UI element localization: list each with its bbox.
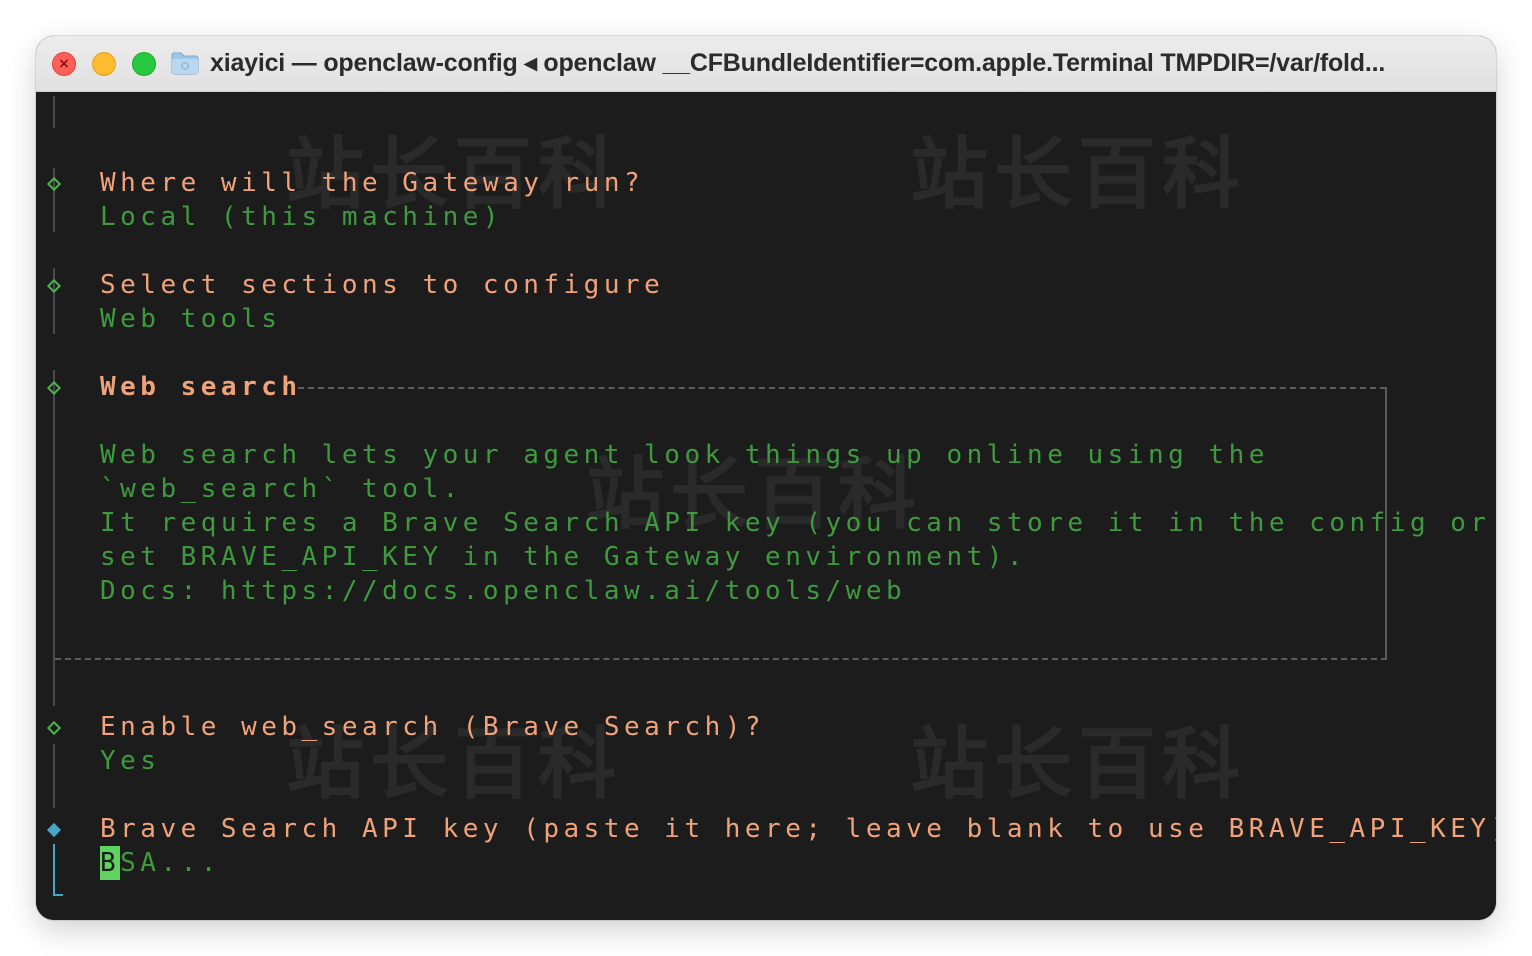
box-bottom-border xyxy=(55,658,1387,660)
enable-answer: Yes xyxy=(100,746,161,776)
watermark: 站长百科 xyxy=(910,130,1247,220)
web-search-line: It requires a Brave Search API key (you … xyxy=(100,508,1491,538)
step-done-icon xyxy=(46,176,62,192)
gateway-question: Where will the Gateway run? xyxy=(100,168,645,198)
window-title: xiayici — openclaw-config ◂ openclaw __C… xyxy=(210,49,1386,77)
web-search-line: Web search lets your agent look things u… xyxy=(100,440,1269,470)
step-active-icon xyxy=(46,822,62,838)
close-button[interactable]: × xyxy=(52,52,76,76)
gutter-line xyxy=(53,370,55,706)
step-done-icon xyxy=(46,278,62,294)
box-top-border xyxy=(298,387,1386,389)
terminal-window: × xiayici — openclaw-config ◂ openclaw _… xyxy=(36,36,1496,920)
api-key-placeholder: SA... xyxy=(120,848,221,878)
gutter-line-active xyxy=(53,844,55,896)
sections-answer: Web tools xyxy=(100,304,282,334)
web-search-line: `web_search` tool. xyxy=(100,474,463,504)
zoom-button[interactable] xyxy=(132,52,156,76)
docs-link[interactable]: Docs: https://docs.openclaw.ai/tools/web xyxy=(100,574,906,608)
api-key-question: Brave Search API key (paste it here; lea… xyxy=(100,814,1496,844)
close-icon: × xyxy=(58,56,70,72)
sections-question: Select sections to configure xyxy=(100,270,665,300)
minimize-button[interactable] xyxy=(92,52,116,76)
web-search-line: set BRAVE_API_KEY in the Gateway environ… xyxy=(100,542,1028,572)
gutter-line xyxy=(53,96,55,128)
gutter-line xyxy=(53,744,55,808)
gutter-end xyxy=(53,894,63,896)
api-key-input[interactable]: BSA... xyxy=(100,846,221,880)
terminal-content[interactable]: 站长百科 站长百科 站长百科 站长百科 站长百科 Where will the … xyxy=(36,92,1496,920)
folder-icon xyxy=(171,52,199,75)
title-bar[interactable]: × xiayici — openclaw-config ◂ openclaw _… xyxy=(36,36,1496,92)
gateway-answer: Local (this machine) xyxy=(100,202,504,232)
watermark: 站长百科 xyxy=(910,720,1247,810)
text-cursor: B xyxy=(100,846,121,880)
step-done-icon xyxy=(46,720,62,736)
enable-question: Enable web_search (Brave Search)? xyxy=(100,712,766,742)
step-done-icon xyxy=(46,380,62,396)
web-search-heading: Web search xyxy=(100,372,302,402)
